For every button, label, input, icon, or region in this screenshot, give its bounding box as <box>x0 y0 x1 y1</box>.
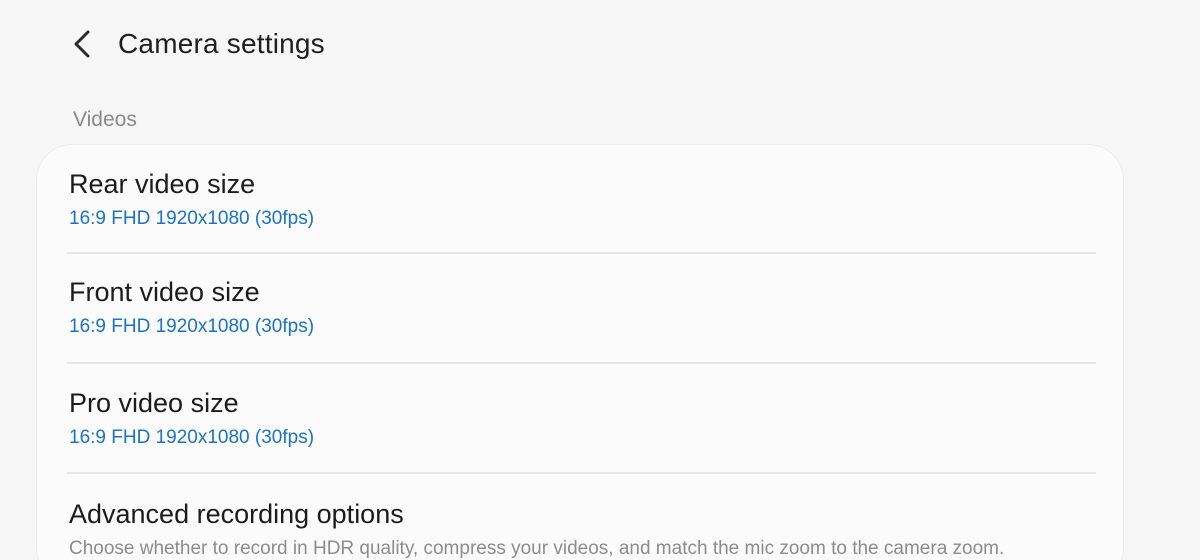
setting-value: 16:9 FHD 1920x1080 (30fps) <box>69 208 315 229</box>
setting-value: 16:9 FHD 1920x1080 (30fps) <box>69 316 315 337</box>
setting-value: 16:9 FHD 1920x1080 (30fps) <box>69 427 315 448</box>
setting-title: Rear video size <box>69 169 256 199</box>
setting-pro-video-size[interactable]: Pro video size 16:9 FHD 1920x1080 (30fps… <box>37 364 1123 472</box>
setting-title: Front video size <box>69 277 260 307</box>
setting-title: Advanced recording options <box>69 499 404 529</box>
setting-description: Choose whether to record in HDR quality,… <box>69 538 1005 559</box>
page-title: Camera settings <box>118 28 325 59</box>
back-button[interactable] <box>62 24 102 64</box>
videos-settings-card: Rear video size 16:9 FHD 1920x1080 (30fp… <box>36 144 1124 560</box>
chevron-left-icon <box>74 30 90 58</box>
setting-rear-video-size[interactable]: Rear video size 16:9 FHD 1920x1080 (30fp… <box>37 145 1123 253</box>
setting-advanced-recording-options[interactable]: Advanced recording options Choose whethe… <box>37 474 1123 560</box>
section-header-videos: Videos <box>73 108 137 131</box>
app-bar: Camera settings <box>0 0 1200 90</box>
setting-title: Pro video size <box>69 388 239 418</box>
camera-settings-screen: Camera settings Videos Rear video size 1… <box>0 0 1200 560</box>
setting-front-video-size[interactable]: Front video size 16:9 FHD 1920x1080 (30f… <box>37 254 1123 362</box>
